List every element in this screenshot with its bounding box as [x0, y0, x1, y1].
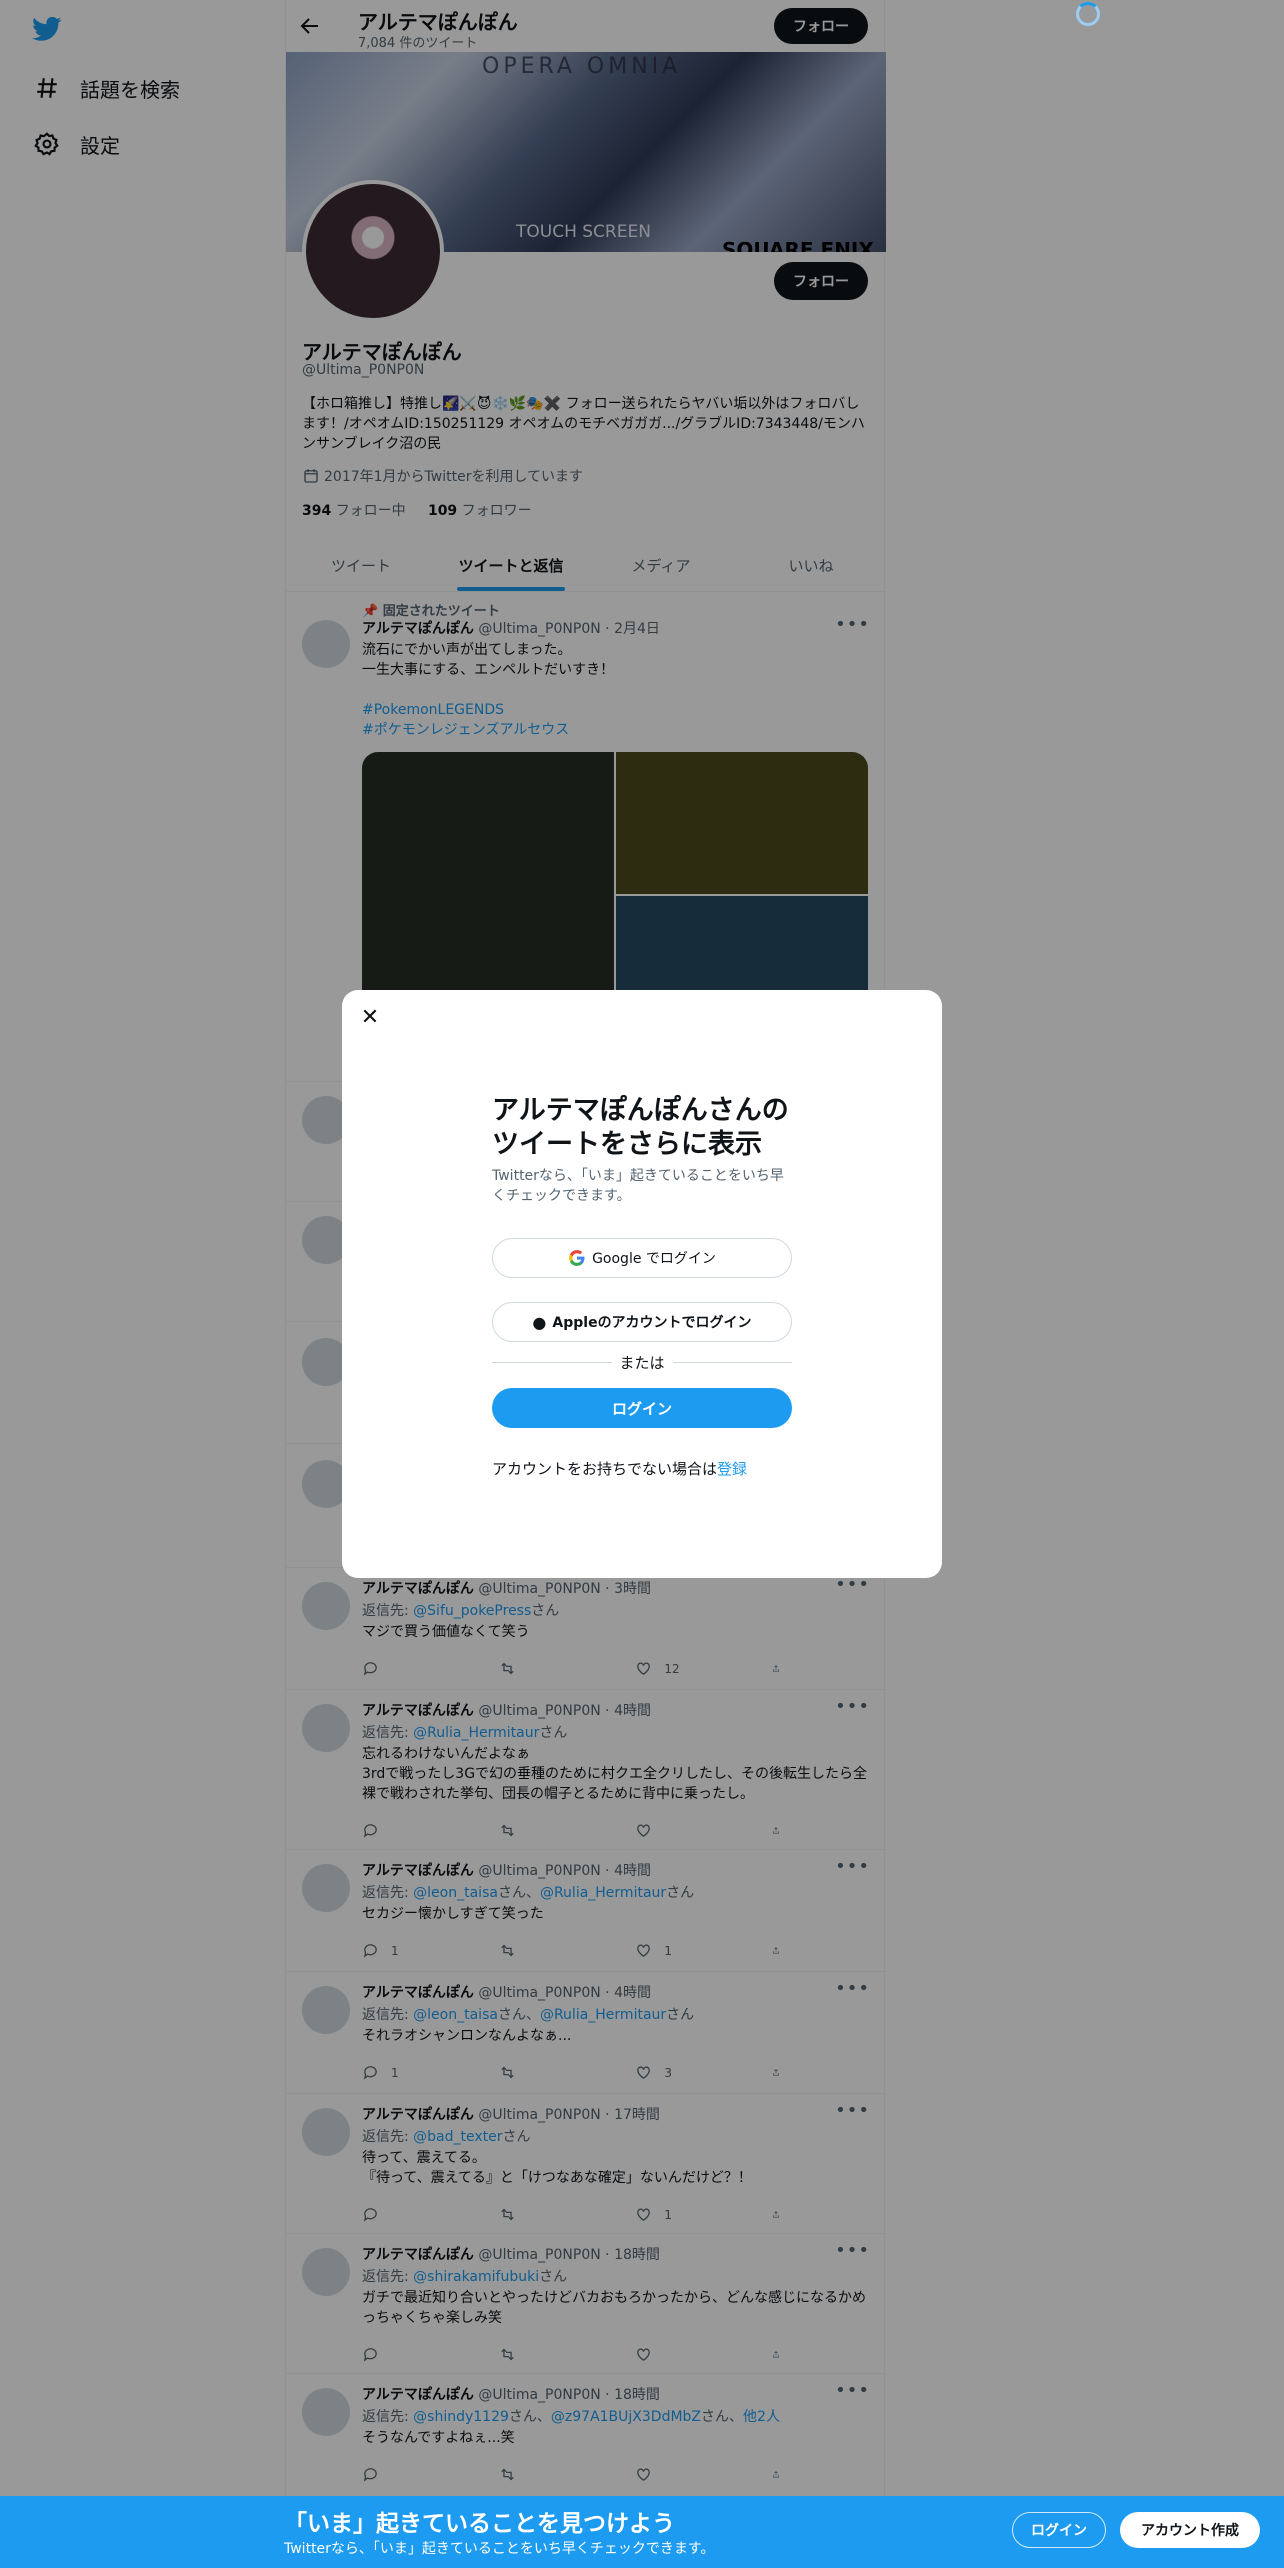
bottom-signup-bar: 「いま」起きていることを見つけよう Twitterなら、「いま」起きていることを…: [0, 2496, 1284, 2568]
or-label: または: [619, 1353, 665, 1372]
bottom-signup-button[interactable]: アカウント作成: [1120, 2512, 1260, 2548]
close-icon[interactable]: ✕: [358, 1006, 382, 1030]
or-divider: または: [492, 1352, 792, 1372]
signup-text: アカウントをお持ちでない場合は: [492, 1460, 718, 1478]
signup-prompt: アカウントをお持ちでない場合は登録: [492, 1458, 747, 1479]
bottom-bar-subtitle: Twitterなら、「いま」起きていることをいち早くチェックできます。: [284, 2541, 715, 2557]
google-login-label: Google でログイン: [592, 1251, 716, 1267]
loading-spinner-icon: [1076, 2, 1100, 26]
signup-link[interactable]: 登録: [717, 1460, 747, 1478]
modal-subtitle: Twitterなら、「いま」起きていることをいち早くチェックできます。: [492, 1168, 784, 1204]
google-login-button[interactable]: Google でログイン: [492, 1238, 792, 1278]
apple-icon: ●: [532, 1312, 547, 1332]
bottom-login-button[interactable]: ログイン: [1012, 2512, 1106, 2548]
apple-login-button[interactable]: ● Appleのアカウントでログイン: [492, 1302, 792, 1342]
login-modal: ✕ アルテマぽんぽんさんのツイートをさらに表示 Twitterなら、「いま」起き…: [342, 990, 942, 1578]
modal-title: アルテマぽんぽんさんのツイートをさらに表示: [492, 1095, 789, 1160]
login-button[interactable]: ログイン: [492, 1388, 792, 1428]
google-icon: [569, 1250, 585, 1266]
apple-login-label: Appleのアカウントでログイン: [552, 1315, 752, 1331]
bottom-bar-title: 「いま」起きていることを見つけよう: [284, 2511, 675, 2537]
